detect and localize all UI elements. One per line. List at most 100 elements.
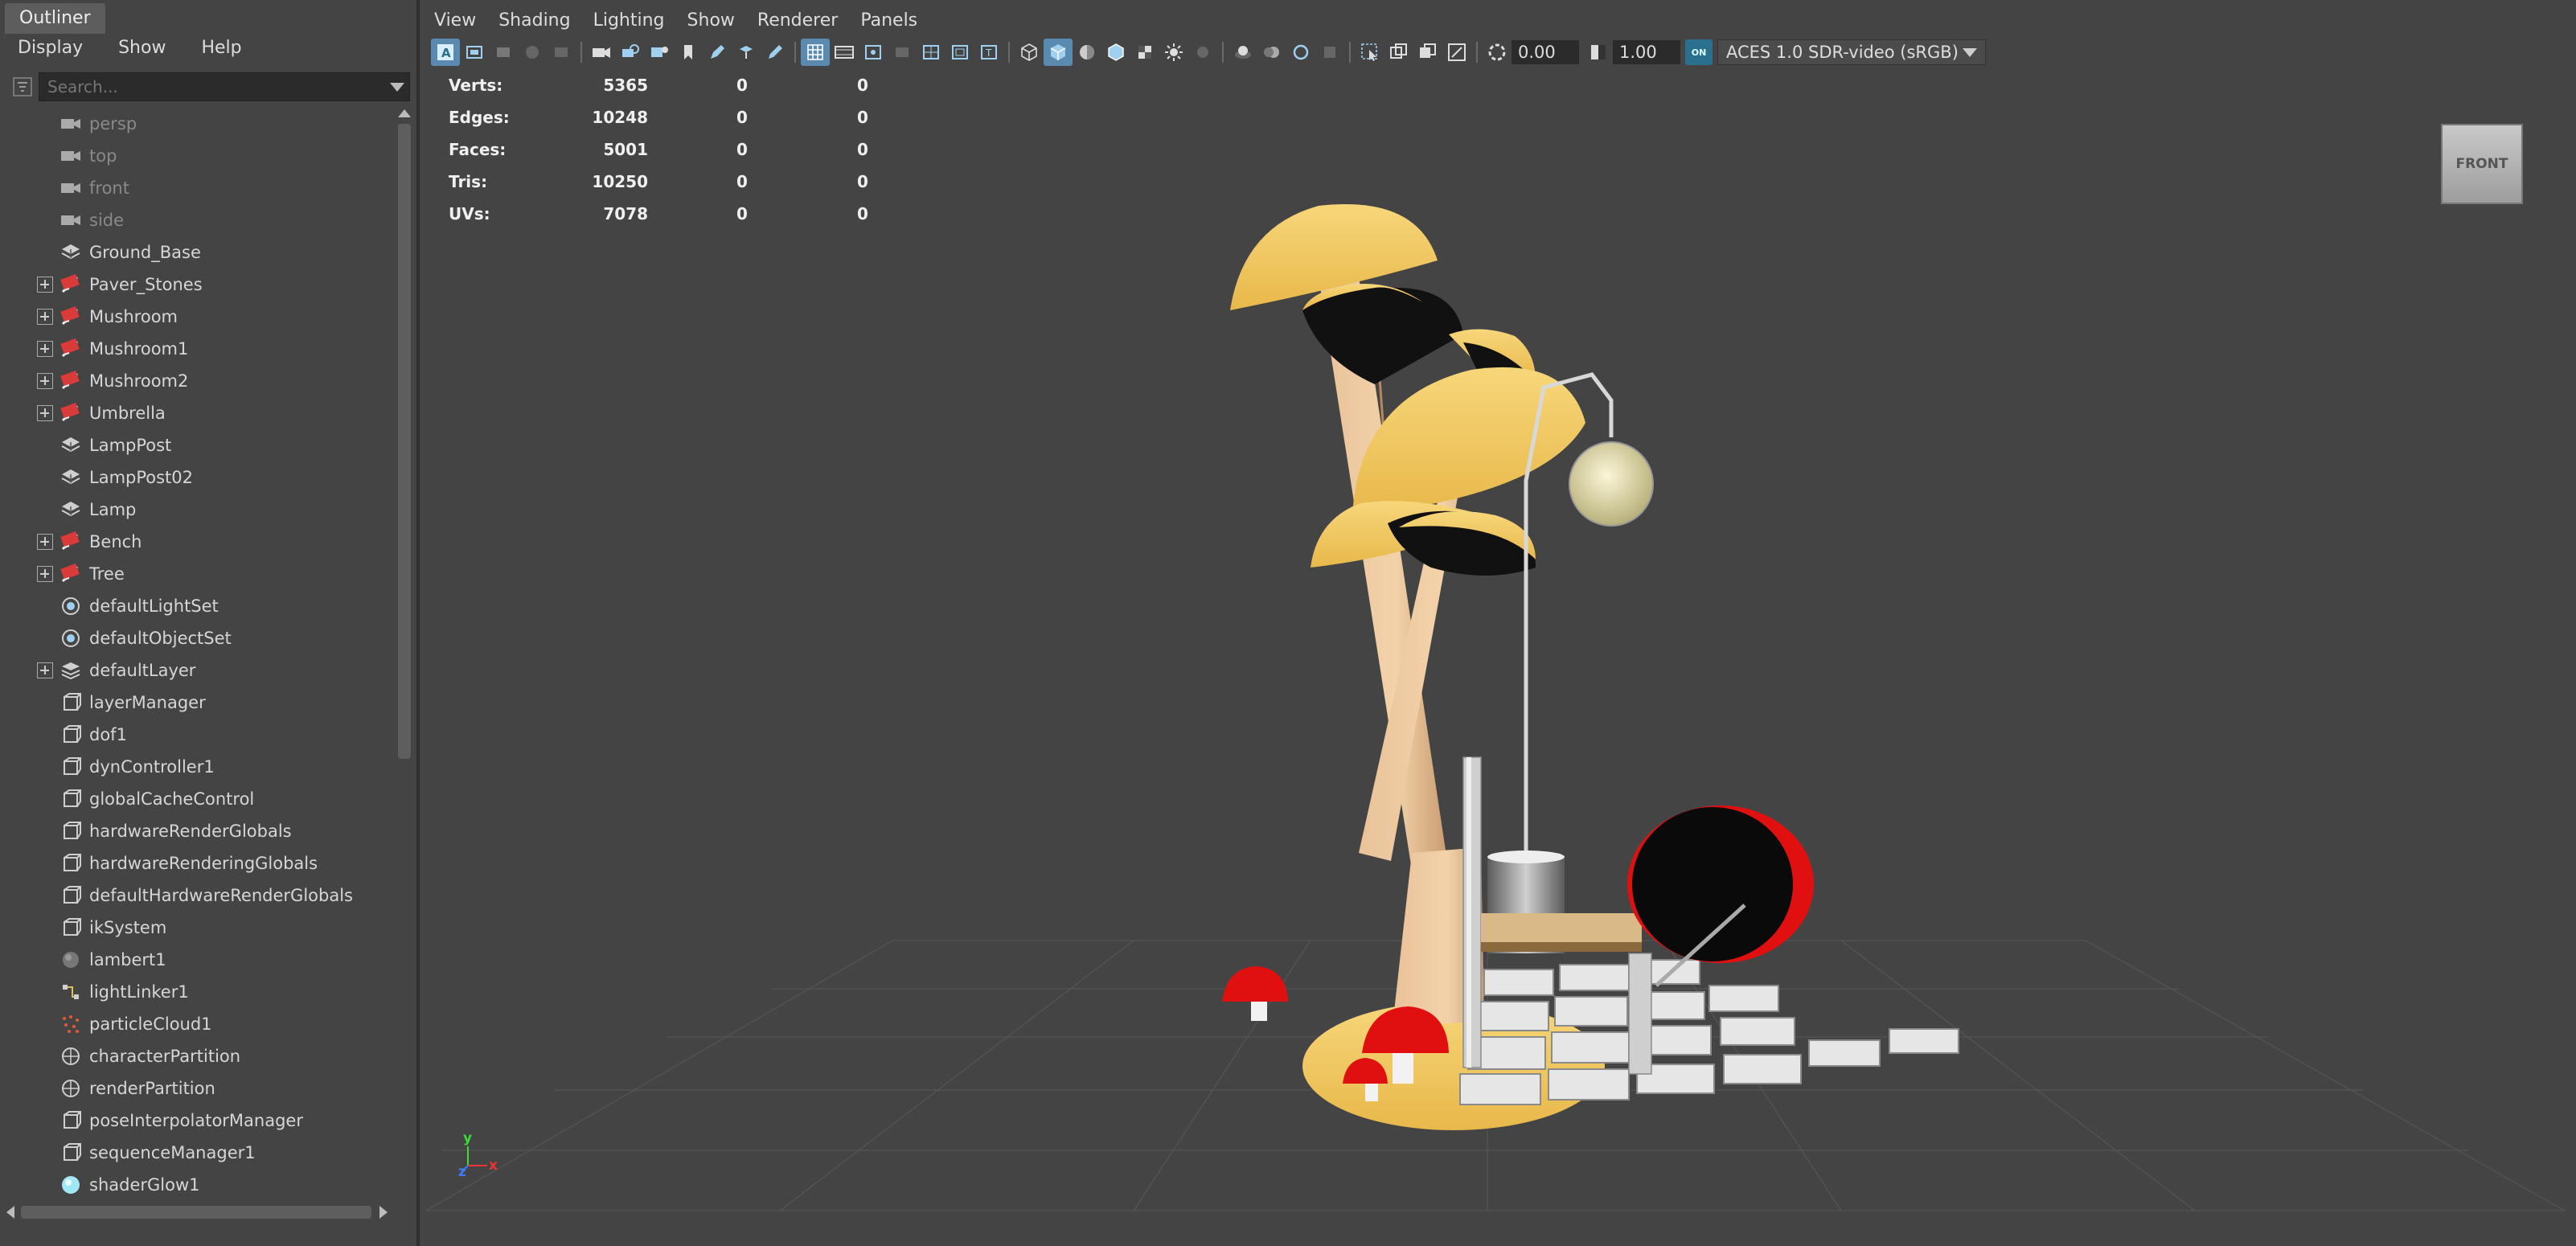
scrollbar-thumb[interactable] [21,1206,371,1219]
wireframe-on-shaded-icon[interactable] [1101,39,1130,66]
menu-show[interactable]: Show [100,34,183,63]
expand-icon[interactable] [37,405,53,421]
2d-pan-zoom-icon[interactable] [547,39,576,66]
gamma-field[interactable]: 1.00 [1613,40,1680,64]
outliner-item-globalcachecontrol[interactable]: globalCacheControl [0,783,394,815]
menu-panels[interactable]: Panels [849,5,929,37]
use-all-lights-icon[interactable] [1159,39,1188,66]
menu-show[interactable]: Show [676,5,746,37]
field-chart-icon[interactable] [917,39,945,66]
outliner-item-front[interactable]: front [0,172,394,204]
outliner-item-mushroom1[interactable]: Mushroom1 [0,333,394,365]
expand-icon[interactable] [37,373,53,389]
camera-attributes-icon[interactable] [460,39,489,66]
film-gate-icon[interactable] [645,39,674,66]
bookmarks-icon[interactable] [489,39,518,66]
camera-icon[interactable] [587,39,616,66]
view-transform-dropdown[interactable]: ACES 1.0 SDR-video (sRGB) [1717,39,1986,65]
multisample-aa-icon[interactable] [1286,39,1315,66]
gamma-icon[interactable] [1584,39,1613,66]
expand-icon[interactable] [37,534,53,550]
outliner-item-layermanager[interactable]: layerManager [0,687,394,719]
outliner-item-lamppost[interactable]: LampPost [0,429,394,461]
expand-icon[interactable] [37,341,53,357]
scroll-up-icon[interactable] [398,109,411,117]
outliner-item-defaultlayer[interactable]: defaultLayer [0,654,394,687]
scroll-left-icon[interactable] [6,1206,14,1219]
chevron-down-icon[interactable] [1963,48,1977,57]
outliner-item-side[interactable]: side [0,204,394,236]
motion-blur-icon[interactable] [1257,39,1286,66]
menu-shading[interactable]: Shading [487,5,581,37]
outliner-item-umbrella[interactable]: Umbrella [0,397,394,429]
grid-icon[interactable] [801,39,830,66]
outliner-item-dyncontroller1[interactable]: dynController1 [0,751,394,783]
filter-icon[interactable] [6,71,39,103]
outliner-item-ground_base[interactable]: Ground_Base [0,236,394,268]
snapshot-icon[interactable] [732,39,761,66]
outliner-item-bench[interactable]: Bench [0,526,394,558]
image-plane-icon[interactable] [518,39,547,66]
grease-pencil-icon[interactable] [703,39,732,66]
outliner-item-poseinterpolatormanager[interactable]: poseInterpolatorManager [0,1105,394,1137]
search-dropdown-icon[interactable] [390,83,404,92]
textured-icon[interactable] [1130,39,1159,66]
isolate-select-icon[interactable] [1356,39,1384,66]
expand-icon[interactable] [37,309,53,325]
xray-joints-icon[interactable] [1413,39,1442,66]
film-gate-toggle-icon[interactable] [830,39,859,66]
screen-space-ao-icon[interactable] [1229,39,1257,66]
outliner-item-persp[interactable]: persp [0,108,394,140]
depth-of-field-icon[interactable] [1315,39,1344,66]
expand-icon[interactable] [37,662,53,678]
outliner-item-sequencemanager1[interactable]: sequenceManager1 [0,1137,394,1169]
outliner-tab[interactable]: Outliner [5,3,105,34]
safe-action-icon[interactable] [945,39,974,66]
menu-renderer[interactable]: Renderer [746,5,849,37]
smooth-shade-icon[interactable] [1044,39,1073,66]
outliner-item-mushroom2[interactable]: Mushroom2 [0,365,394,397]
view-cube[interactable]: FRONT [2441,124,2523,204]
3d-viewport[interactable]: Verts: 5365 0 0 Edges: 10248 0 0 Faces: 5001 0 0 Tri… [426,69,2565,1228]
menu-view[interactable]: View [423,5,487,37]
outliner-item-hardwarerenderingglobals[interactable]: hardwareRenderingGlobals [0,847,394,879]
camera-lock-icon[interactable] [616,39,645,66]
outliner-item-shaderglow1[interactable]: shaderGlow1 [0,1169,394,1201]
outliner-item-characterpartition[interactable]: characterPartition [0,1040,394,1072]
xray-icon[interactable] [1384,39,1413,66]
outliner-item-hardwarerenderglobals[interactable]: hardwareRenderGlobals [0,815,394,847]
menu-help[interactable]: Help [183,34,259,63]
outliner-item-lamppost02[interactable]: LampPost02 [0,461,394,494]
expand-icon[interactable] [37,566,53,582]
outliner-horizontal-scrollbar[interactable] [0,1203,394,1220]
shadows-icon[interactable] [1188,39,1217,66]
search-input[interactable] [39,73,409,100]
resolution-gate-icon[interactable] [859,39,888,66]
bookmark-icon[interactable] [674,39,703,66]
wireframe-icon[interactable] [1015,39,1044,66]
outliner-item-paver_stones[interactable]: Paver_Stones [0,268,394,301]
select-camera-icon[interactable]: A [431,39,460,66]
outliner-item-lightlinker1[interactable]: lightLinker1 [0,976,394,1008]
exposure-field[interactable]: 0.00 [1512,40,1579,64]
menu-lighting[interactable]: Lighting [582,5,676,37]
outliner-item-defaultobjectset[interactable]: defaultObjectSet [0,622,394,654]
safe-title-icon[interactable]: T [974,39,1003,66]
outliner-item-lambert1[interactable]: lambert1 [0,944,394,976]
expand-icon[interactable] [37,277,53,293]
outliner-item-mushroom[interactable]: Mushroom [0,301,394,333]
backface-culling-icon[interactable] [1442,39,1471,66]
outliner-item-defaulthardwarerenderglobals[interactable]: defaultHardwareRenderGlobals [0,879,394,912]
exposure-icon[interactable] [1483,39,1512,66]
outliner-item-defaultlightset[interactable]: defaultLightSet [0,590,394,622]
outliner-item-lamp[interactable]: Lamp [0,494,394,526]
scroll-right-icon[interactable] [379,1206,388,1219]
outliner-item-tree[interactable]: Tree [0,558,394,590]
default-material-icon[interactable] [1073,39,1101,66]
scrollbar-thumb[interactable] [398,124,411,759]
pencil-icon[interactable] [761,39,790,66]
outliner-item-particlecloud1[interactable]: particleCloud1 [0,1008,394,1040]
gate-mask-icon[interactable] [888,39,917,66]
outliner-item-iksystem[interactable]: ikSystem [0,912,394,944]
color-management-toggle[interactable]: ON [1685,39,1713,65]
